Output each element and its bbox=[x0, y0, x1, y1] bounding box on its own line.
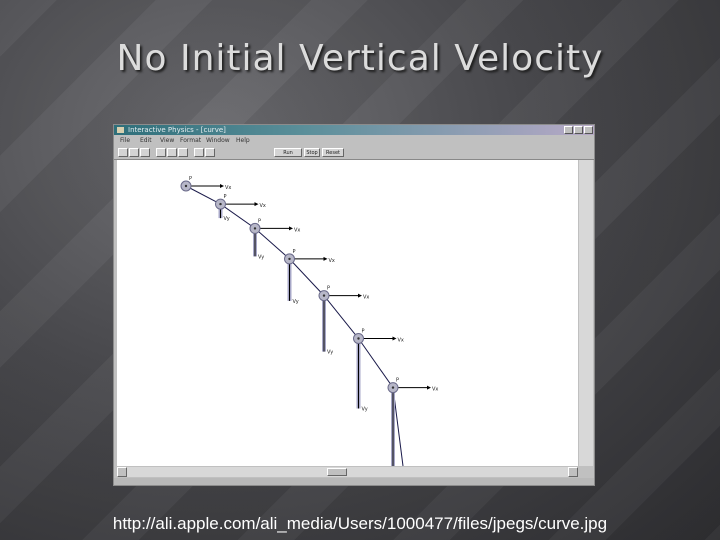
vx-arrowhead bbox=[392, 336, 397, 341]
vy-label: Vy bbox=[258, 254, 264, 260]
menu-view[interactable]: View bbox=[160, 136, 174, 145]
menu-help[interactable]: Help bbox=[236, 136, 250, 145]
save-icon[interactable] bbox=[140, 148, 150, 157]
vx-arrowhead bbox=[358, 293, 362, 298]
menu-window[interactable]: Window bbox=[206, 136, 230, 145]
minimize-button[interactable] bbox=[564, 126, 573, 134]
ball-center bbox=[219, 202, 222, 206]
point-label: P bbox=[362, 329, 365, 335]
vx-arrowhead bbox=[427, 385, 431, 390]
scroll-right-arrow[interactable] bbox=[568, 467, 578, 477]
vertical-scrollbar[interactable] bbox=[579, 160, 593, 466]
app-window: Interactive Physics - [curve] File Edit … bbox=[113, 124, 595, 486]
menubar: File Edit View Format Window Help bbox=[114, 136, 594, 145]
point-label: P bbox=[396, 378, 399, 384]
menu-format[interactable]: Format bbox=[180, 136, 201, 145]
vy-label: Vy bbox=[362, 407, 368, 413]
vy-label: Vy bbox=[224, 216, 230, 222]
vx-arrowhead bbox=[289, 226, 293, 231]
run-button[interactable]: Run bbox=[274, 148, 302, 157]
open-icon[interactable] bbox=[129, 148, 139, 157]
maximize-button[interactable] bbox=[574, 126, 583, 134]
copy-icon[interactable] bbox=[167, 148, 177, 157]
reset-button[interactable]: Reset bbox=[322, 148, 344, 157]
menu-file[interactable]: File bbox=[120, 136, 130, 145]
vx-label: Vx bbox=[363, 295, 369, 301]
ball-center bbox=[357, 337, 360, 340]
toolbar: Run Stop Reset bbox=[114, 146, 594, 160]
point-label: P bbox=[327, 286, 330, 292]
close-button[interactable] bbox=[584, 126, 593, 134]
ball-center bbox=[391, 386, 395, 389]
simulation-canvas[interactable]: VxPVyVxPVyVxPVyVxPVyVxPVyVxPVyVxP bbox=[117, 160, 578, 476]
ball-center bbox=[253, 227, 257, 230]
cut-icon[interactable] bbox=[156, 148, 166, 157]
vx-label: Vx bbox=[225, 185, 231, 191]
paste-icon[interactable] bbox=[178, 148, 188, 157]
vy-label: Vy bbox=[293, 299, 299, 305]
point-label: P bbox=[258, 218, 261, 224]
point-label: P bbox=[293, 249, 296, 255]
app-icon bbox=[117, 127, 124, 133]
menu-edit[interactable]: Edit bbox=[140, 136, 152, 145]
vx-label: Vx bbox=[260, 203, 266, 209]
window-title: Interactive Physics - [curve] bbox=[128, 126, 226, 134]
simulation-drawing: VxPVyVxPVyVxPVyVxPVyVxPVyVxPVyVxP bbox=[180, 176, 438, 476]
vx-label: Vx bbox=[329, 258, 335, 264]
source-caption: http://ali.apple.com/ali_media/Users/100… bbox=[112, 514, 608, 533]
ball-center bbox=[288, 257, 291, 261]
point-label: P bbox=[189, 176, 192, 182]
vx-label: Vx bbox=[398, 338, 404, 344]
vx-arrowhead bbox=[220, 184, 224, 188]
vx-label: Vx bbox=[294, 227, 300, 233]
vy-label: Vy bbox=[327, 350, 333, 356]
status-bar bbox=[114, 478, 594, 485]
window-titlebar[interactable]: Interactive Physics - [curve] bbox=[114, 125, 594, 135]
scroll-left-arrow[interactable] bbox=[117, 467, 127, 477]
scroll-thumb[interactable] bbox=[327, 468, 347, 476]
grid-icon[interactable] bbox=[205, 148, 215, 157]
zoom-icon[interactable] bbox=[194, 148, 204, 157]
slide-title: No Initial Vertical Velocity bbox=[116, 38, 604, 79]
new-icon[interactable] bbox=[118, 148, 128, 157]
stop-button[interactable]: Stop bbox=[304, 148, 320, 157]
ball-center bbox=[184, 184, 188, 188]
point-label: P bbox=[224, 194, 227, 200]
vx-arrowhead bbox=[323, 256, 328, 261]
vx-label: Vx bbox=[432, 387, 438, 393]
ball-center bbox=[322, 294, 326, 297]
horizontal-scrollbar[interactable] bbox=[117, 467, 578, 477]
vx-arrowhead bbox=[254, 202, 259, 207]
